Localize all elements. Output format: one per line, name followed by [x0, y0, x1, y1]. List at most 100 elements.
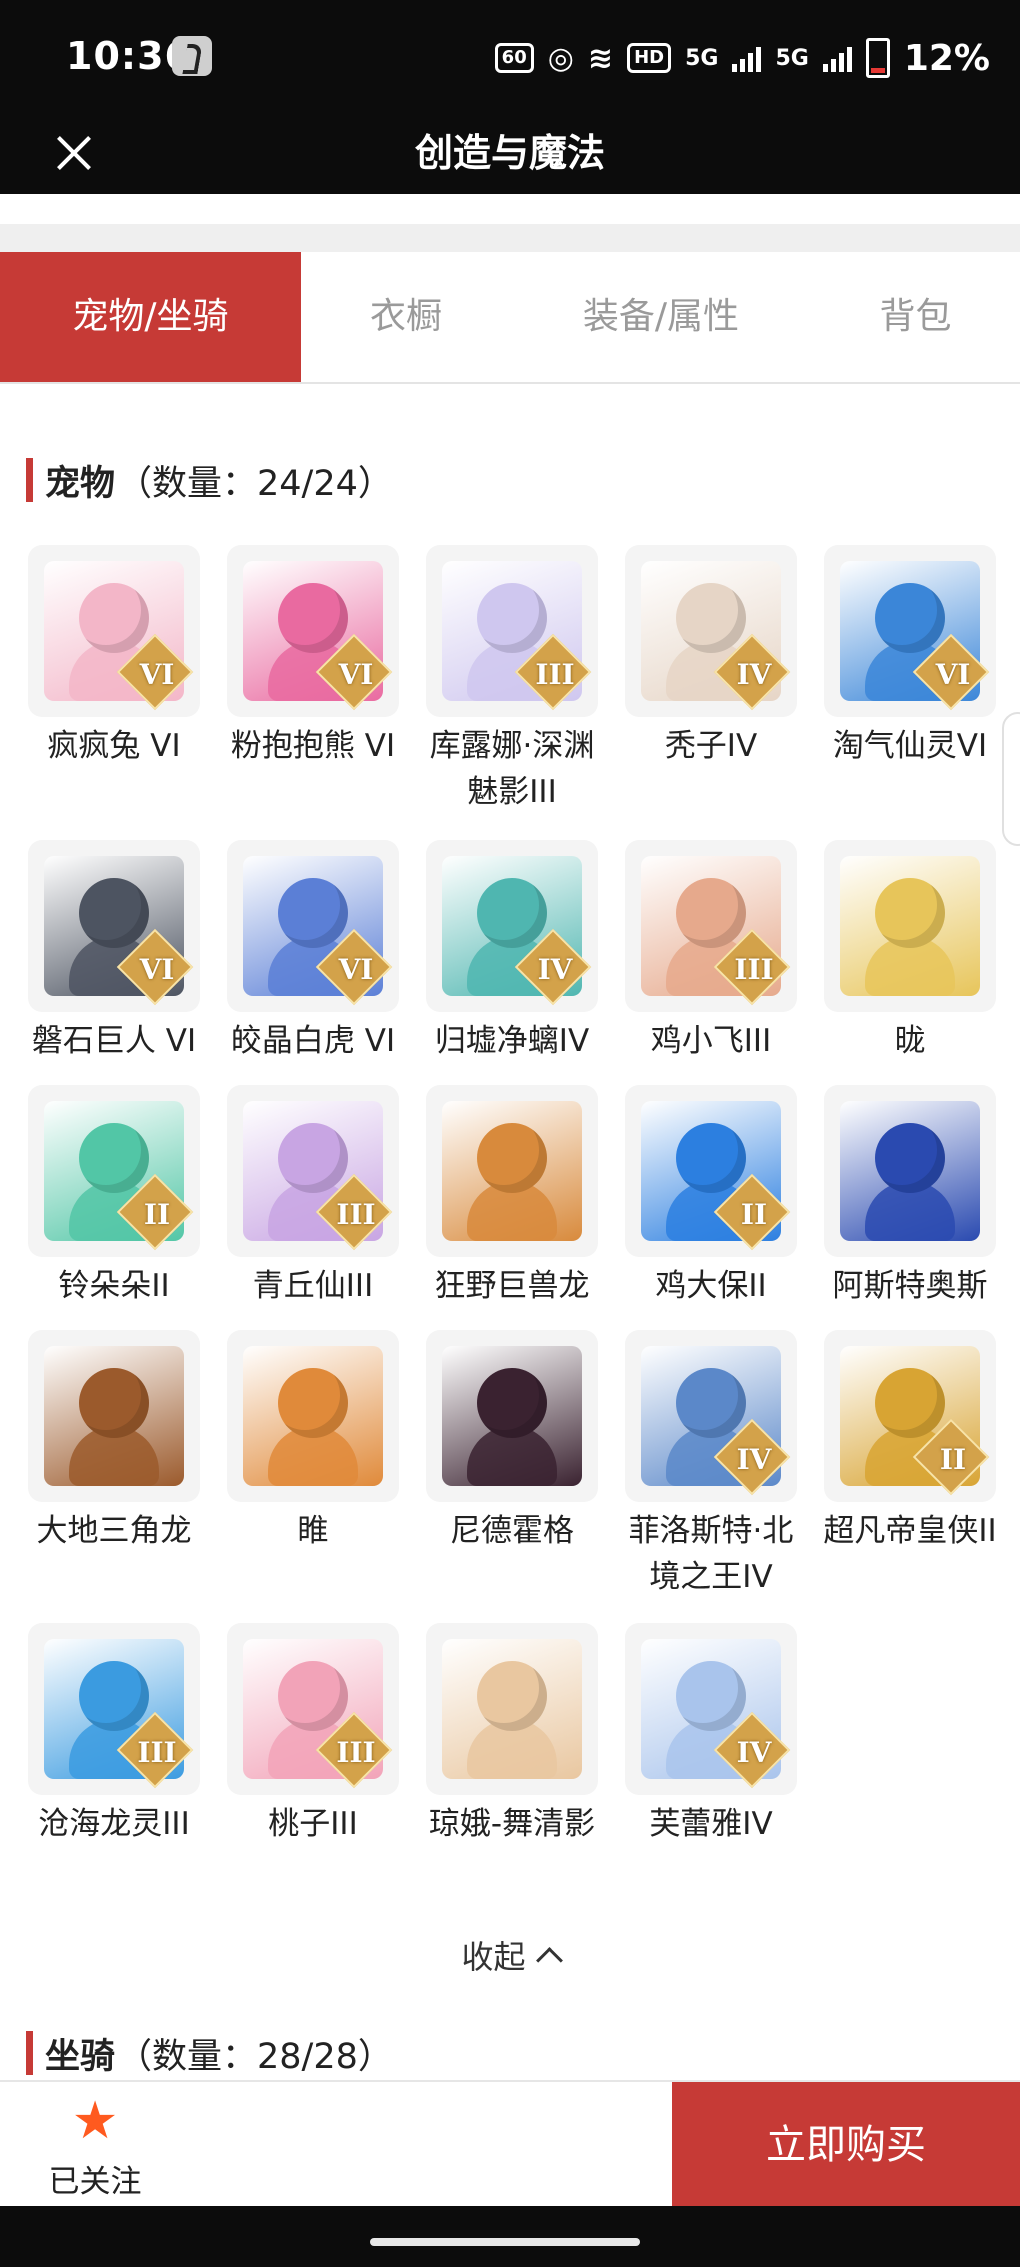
- follow-button[interactable]: ★ 已关注: [30, 2082, 160, 2208]
- pet-thumbnail: IV: [426, 840, 598, 1012]
- chevron-up-icon: [535, 1947, 563, 1974]
- pet-name: 粉抱抱熊 VI: [230, 728, 396, 764]
- signal-bars-icon: [732, 44, 762, 72]
- pet-card[interactable]: 尼德霍格: [424, 1330, 600, 1554]
- signal-bars-icon-2: [822, 44, 852, 72]
- pet-thumbnail: VI: [227, 545, 399, 717]
- bottom-action-bar: ★ 已关注 立即购买: [0, 2080, 1020, 2208]
- collapse-button[interactable]: 收起: [0, 1932, 1020, 1978]
- pet-name: 皎晶白虎 VI: [230, 1023, 396, 1059]
- pet-artwork: [243, 1346, 383, 1486]
- pet-name: 鸡小飞III: [650, 1023, 772, 1059]
- section-marker: [26, 2031, 33, 2075]
- pet-name: 归墟净螭IV: [434, 1023, 590, 1059]
- tier-badge-label: VI: [338, 658, 374, 691]
- pet-card[interactable]: IV 归墟净螭IV: [424, 840, 600, 1064]
- pet-name: 狂野巨兽龙: [434, 1268, 590, 1304]
- pet-thumbnail: II: [824, 1330, 996, 1502]
- pet-card[interactable]: IV 芙蕾雅IV: [623, 1623, 799, 1847]
- tier-badge-label: VI: [338, 953, 374, 986]
- pet-name: 青丘仙III: [252, 1268, 374, 1304]
- pet-card[interactable]: III 鸡小飞III: [623, 840, 799, 1064]
- pet-card[interactable]: VI 淘气仙灵VI: [822, 545, 998, 769]
- pet-thumbnail: IV: [625, 1330, 797, 1502]
- pet-thumbnail: III: [227, 1085, 399, 1257]
- tier-badge-label: IV: [736, 1443, 772, 1476]
- tab-backpack[interactable]: 背包: [811, 252, 1020, 382]
- follow-label: 已关注: [48, 2164, 142, 2200]
- tier-badge-label: VI: [139, 658, 175, 691]
- pet-card[interactable]: III 库露娜·深渊魅影III: [424, 545, 600, 815]
- tier-badge-label: III: [336, 1736, 376, 1769]
- pet-card[interactable]: 睢: [225, 1330, 401, 1554]
- pet-artwork: [840, 856, 980, 996]
- pet-card[interactable]: IV 菲洛斯特·北境之王IV: [623, 1330, 799, 1600]
- app-notification-icon: [172, 36, 212, 76]
- pet-name: 铃朵朵II: [58, 1268, 170, 1304]
- pet-card[interactable]: 琼娥-舞清影: [424, 1623, 600, 1847]
- pet-name: 鸡大保II: [655, 1268, 767, 1304]
- pet-name: 阿斯特奥斯: [832, 1268, 988, 1304]
- tier-badge-label: IV: [537, 953, 573, 986]
- pet-thumbnail: III: [28, 1623, 200, 1795]
- pet-card[interactable]: II 超凡帝皇侠II: [822, 1330, 998, 1554]
- pet-card[interactable]: III 桃子III: [225, 1623, 401, 1847]
- pet-card[interactable]: VI 粉抱抱熊 VI: [225, 545, 401, 769]
- tier-badge-label: VI: [139, 953, 175, 986]
- pet-card[interactable]: III 青丘仙III: [225, 1085, 401, 1309]
- pet-thumbnail: VI: [227, 840, 399, 1012]
- pet-name: 沧海龙灵III: [38, 1806, 190, 1842]
- floating-edge-handle[interactable]: [1002, 712, 1020, 846]
- pet-card[interactable]: 大地三角龙: [26, 1330, 202, 1554]
- buy-now-button[interactable]: 立即购买: [672, 2082, 1020, 2208]
- section-marker: [26, 458, 33, 502]
- pet-thumbnail: [824, 840, 996, 1012]
- tab-pets-mounts[interactable]: 宠物/坐骑: [0, 252, 301, 382]
- pet-thumbnail: IV: [625, 1623, 797, 1795]
- signal-label-1: 5G: [685, 45, 719, 71]
- divider-band: [0, 224, 1020, 254]
- status-bar: 10:36 60 ◎ ≋ HD 5G 5G 12%: [0, 0, 1020, 112]
- pets-section-title: 宠物 （数量：24/24）: [26, 457, 393, 504]
- pet-card[interactable]: III 沧海龙灵III: [26, 1623, 202, 1847]
- pet-name: 昽: [894, 1023, 926, 1059]
- pet-thumbnail: III: [426, 545, 598, 717]
- pet-artwork: [840, 1101, 980, 1241]
- close-icon[interactable]: [52, 112, 96, 194]
- home-gesture-handle[interactable]: [370, 2238, 640, 2246]
- pet-name: 疯疯兔 VI: [47, 728, 181, 764]
- pet-name: 大地三角龙: [36, 1513, 192, 1549]
- pet-thumbnail: VI: [28, 840, 200, 1012]
- pet-card[interactable]: IV 秃子IV: [623, 545, 799, 769]
- pet-card[interactable]: 阿斯特奥斯: [822, 1085, 998, 1309]
- tier-badge-label: II: [143, 1198, 171, 1231]
- section-count: （数量：24/24）: [117, 463, 393, 504]
- collapse-label: 收起: [461, 1938, 526, 1976]
- wifi-icon: ≋: [587, 40, 614, 76]
- pet-thumbnail: [426, 1085, 598, 1257]
- pet-card[interactable]: II 鸡大保II: [623, 1085, 799, 1309]
- pet-card[interactable]: VI 皎晶白虎 VI: [225, 840, 401, 1064]
- pet-card[interactable]: 昽: [822, 840, 998, 1064]
- tier-badge-label: II: [939, 1443, 967, 1476]
- pet-artwork: [442, 1346, 582, 1486]
- tab-bar: 宠物/坐骑 衣橱 装备/属性 背包: [0, 252, 1020, 384]
- tab-wardrobe[interactable]: 衣橱: [301, 252, 511, 382]
- hd-icon: HD: [627, 43, 672, 73]
- pet-name: 秃子IV: [664, 728, 758, 764]
- hotspot-icon: ◎: [547, 40, 574, 76]
- pet-card[interactable]: VI 疯疯兔 VI: [26, 545, 202, 769]
- battery-percent: 12%: [903, 37, 990, 79]
- pet-card[interactable]: VI 磐石巨人 VI: [26, 840, 202, 1064]
- pet-card[interactable]: II 铃朵朵II: [26, 1085, 202, 1309]
- tier-badge-label: II: [740, 1198, 768, 1231]
- mounts-section-title: 坐骑 （数量：28/28）: [26, 2030, 393, 2077]
- tier-badge-label: IV: [736, 658, 772, 691]
- pet-card[interactable]: 狂野巨兽龙: [424, 1085, 600, 1309]
- section-name: 宠物: [45, 463, 116, 504]
- pet-name: 磐石巨人 VI: [31, 1023, 197, 1059]
- tab-equipment[interactable]: 装备/属性: [511, 252, 811, 382]
- pet-name: 超凡帝皇侠II: [823, 1513, 997, 1549]
- title-bar: 创造与魔法: [0, 112, 1020, 194]
- page-title: 创造与魔法: [414, 131, 605, 175]
